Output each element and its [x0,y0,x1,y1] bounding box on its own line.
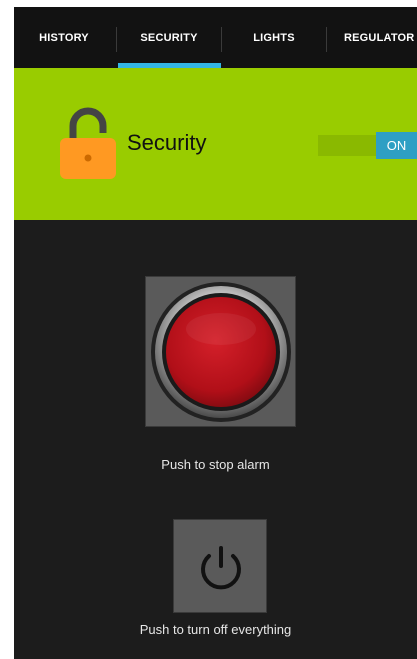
red-push-button-icon [151,282,291,422]
tab-security[interactable]: SECURITY [117,7,221,68]
toggle-thumb: ON [376,132,417,159]
stop-alarm-button[interactable] [145,276,296,427]
unlocked-padlock-icon [59,107,117,179]
toggle-state-label: ON [386,138,407,153]
security-panel: Security ON [14,68,417,220]
power-icon [201,546,241,590]
tab-history[interactable]: HISTORY [14,7,114,68]
turn-off-everything-caption: Push to turn off everything [139,622,292,637]
tab-lights[interactable]: LIGHTS [222,7,326,68]
app-screen: HISTORY SECURITY LIGHTS REGULATOR Securi… [14,7,417,659]
tab-regulator[interactable]: REGULATOR [327,7,417,68]
tab-bar: HISTORY SECURITY LIGHTS REGULATOR [14,7,417,68]
security-toggle[interactable]: ON [318,132,417,159]
toggle-track [318,135,376,156]
turn-off-everything-button[interactable] [173,519,267,613]
security-label: Security [127,130,207,155]
stop-alarm-caption: Push to stop alarm [161,457,270,472]
